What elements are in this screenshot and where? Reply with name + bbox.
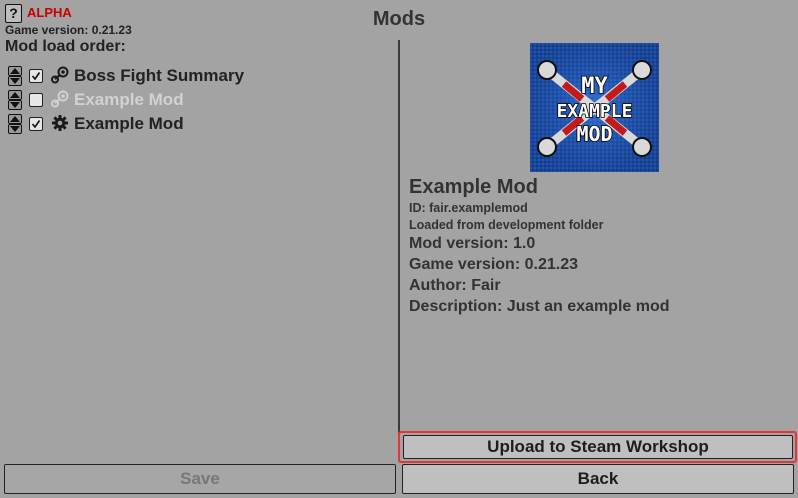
mod-name[interactable]: Example Mod: [74, 114, 184, 134]
move-up-arrow-icon[interactable]: [8, 114, 22, 124]
preview-text: EXAMPLE: [557, 101, 633, 122]
back-button[interactable]: Back: [402, 464, 794, 494]
mod-detail-source: Loaded from development folder: [409, 218, 604, 232]
mod-detail-title: Example Mod: [409, 176, 538, 198]
save-button[interactable]: Save: [4, 464, 396, 494]
preview-text: MOD: [576, 122, 612, 146]
panel-divider: [398, 40, 400, 460]
mod-name[interactable]: Boss Fight Summary: [74, 66, 244, 86]
mod-preview-image: MY EXAMPLE MOD: [530, 43, 659, 172]
mod-list-item[interactable]: Boss Fight Summary: [8, 64, 388, 88]
mod-enabled-checkbox[interactable]: [29, 93, 43, 107]
mod-list-item[interactable]: Example Mod: [8, 88, 388, 112]
steam-icon: [51, 66, 69, 84]
reorder-control: [8, 114, 22, 134]
mod-detail-game-version: Game version: 0.21.23: [409, 256, 578, 273]
mod-detail-id: ID: fair.examplemod: [409, 201, 528, 215]
mod-load-order-label: Mod load order:: [5, 38, 126, 55]
preview-text: MY: [581, 74, 608, 99]
mod-name[interactable]: Example Mod: [74, 90, 184, 110]
move-down-arrow-icon[interactable]: [8, 100, 22, 110]
page-title: Mods: [372, 8, 426, 30]
mod-list-item[interactable]: Example Mod: [8, 112, 388, 136]
mod-enabled-checkbox[interactable]: [29, 69, 43, 83]
steam-icon: [51, 90, 69, 108]
reorder-control: [8, 90, 22, 110]
mod-detail-version: Mod version: 1.0: [409, 235, 536, 252]
gear-icon: [52, 115, 68, 131]
mod-detail-author: Author: Fair: [409, 277, 501, 294]
reorder-control: [8, 66, 22, 86]
mod-enabled-checkbox[interactable]: [29, 117, 43, 131]
move-down-arrow-icon[interactable]: [8, 76, 22, 86]
move-up-arrow-icon[interactable]: [8, 66, 22, 76]
mod-detail-description: Description: Just an example mod: [409, 298, 670, 315]
upload-to-steam-workshop-button[interactable]: Upload to Steam Workshop: [403, 435, 793, 459]
move-down-arrow-icon[interactable]: [8, 124, 22, 134]
move-up-arrow-icon[interactable]: [8, 90, 22, 100]
mod-list: Boss Fight Summary Example Mod Example M…: [8, 64, 388, 136]
